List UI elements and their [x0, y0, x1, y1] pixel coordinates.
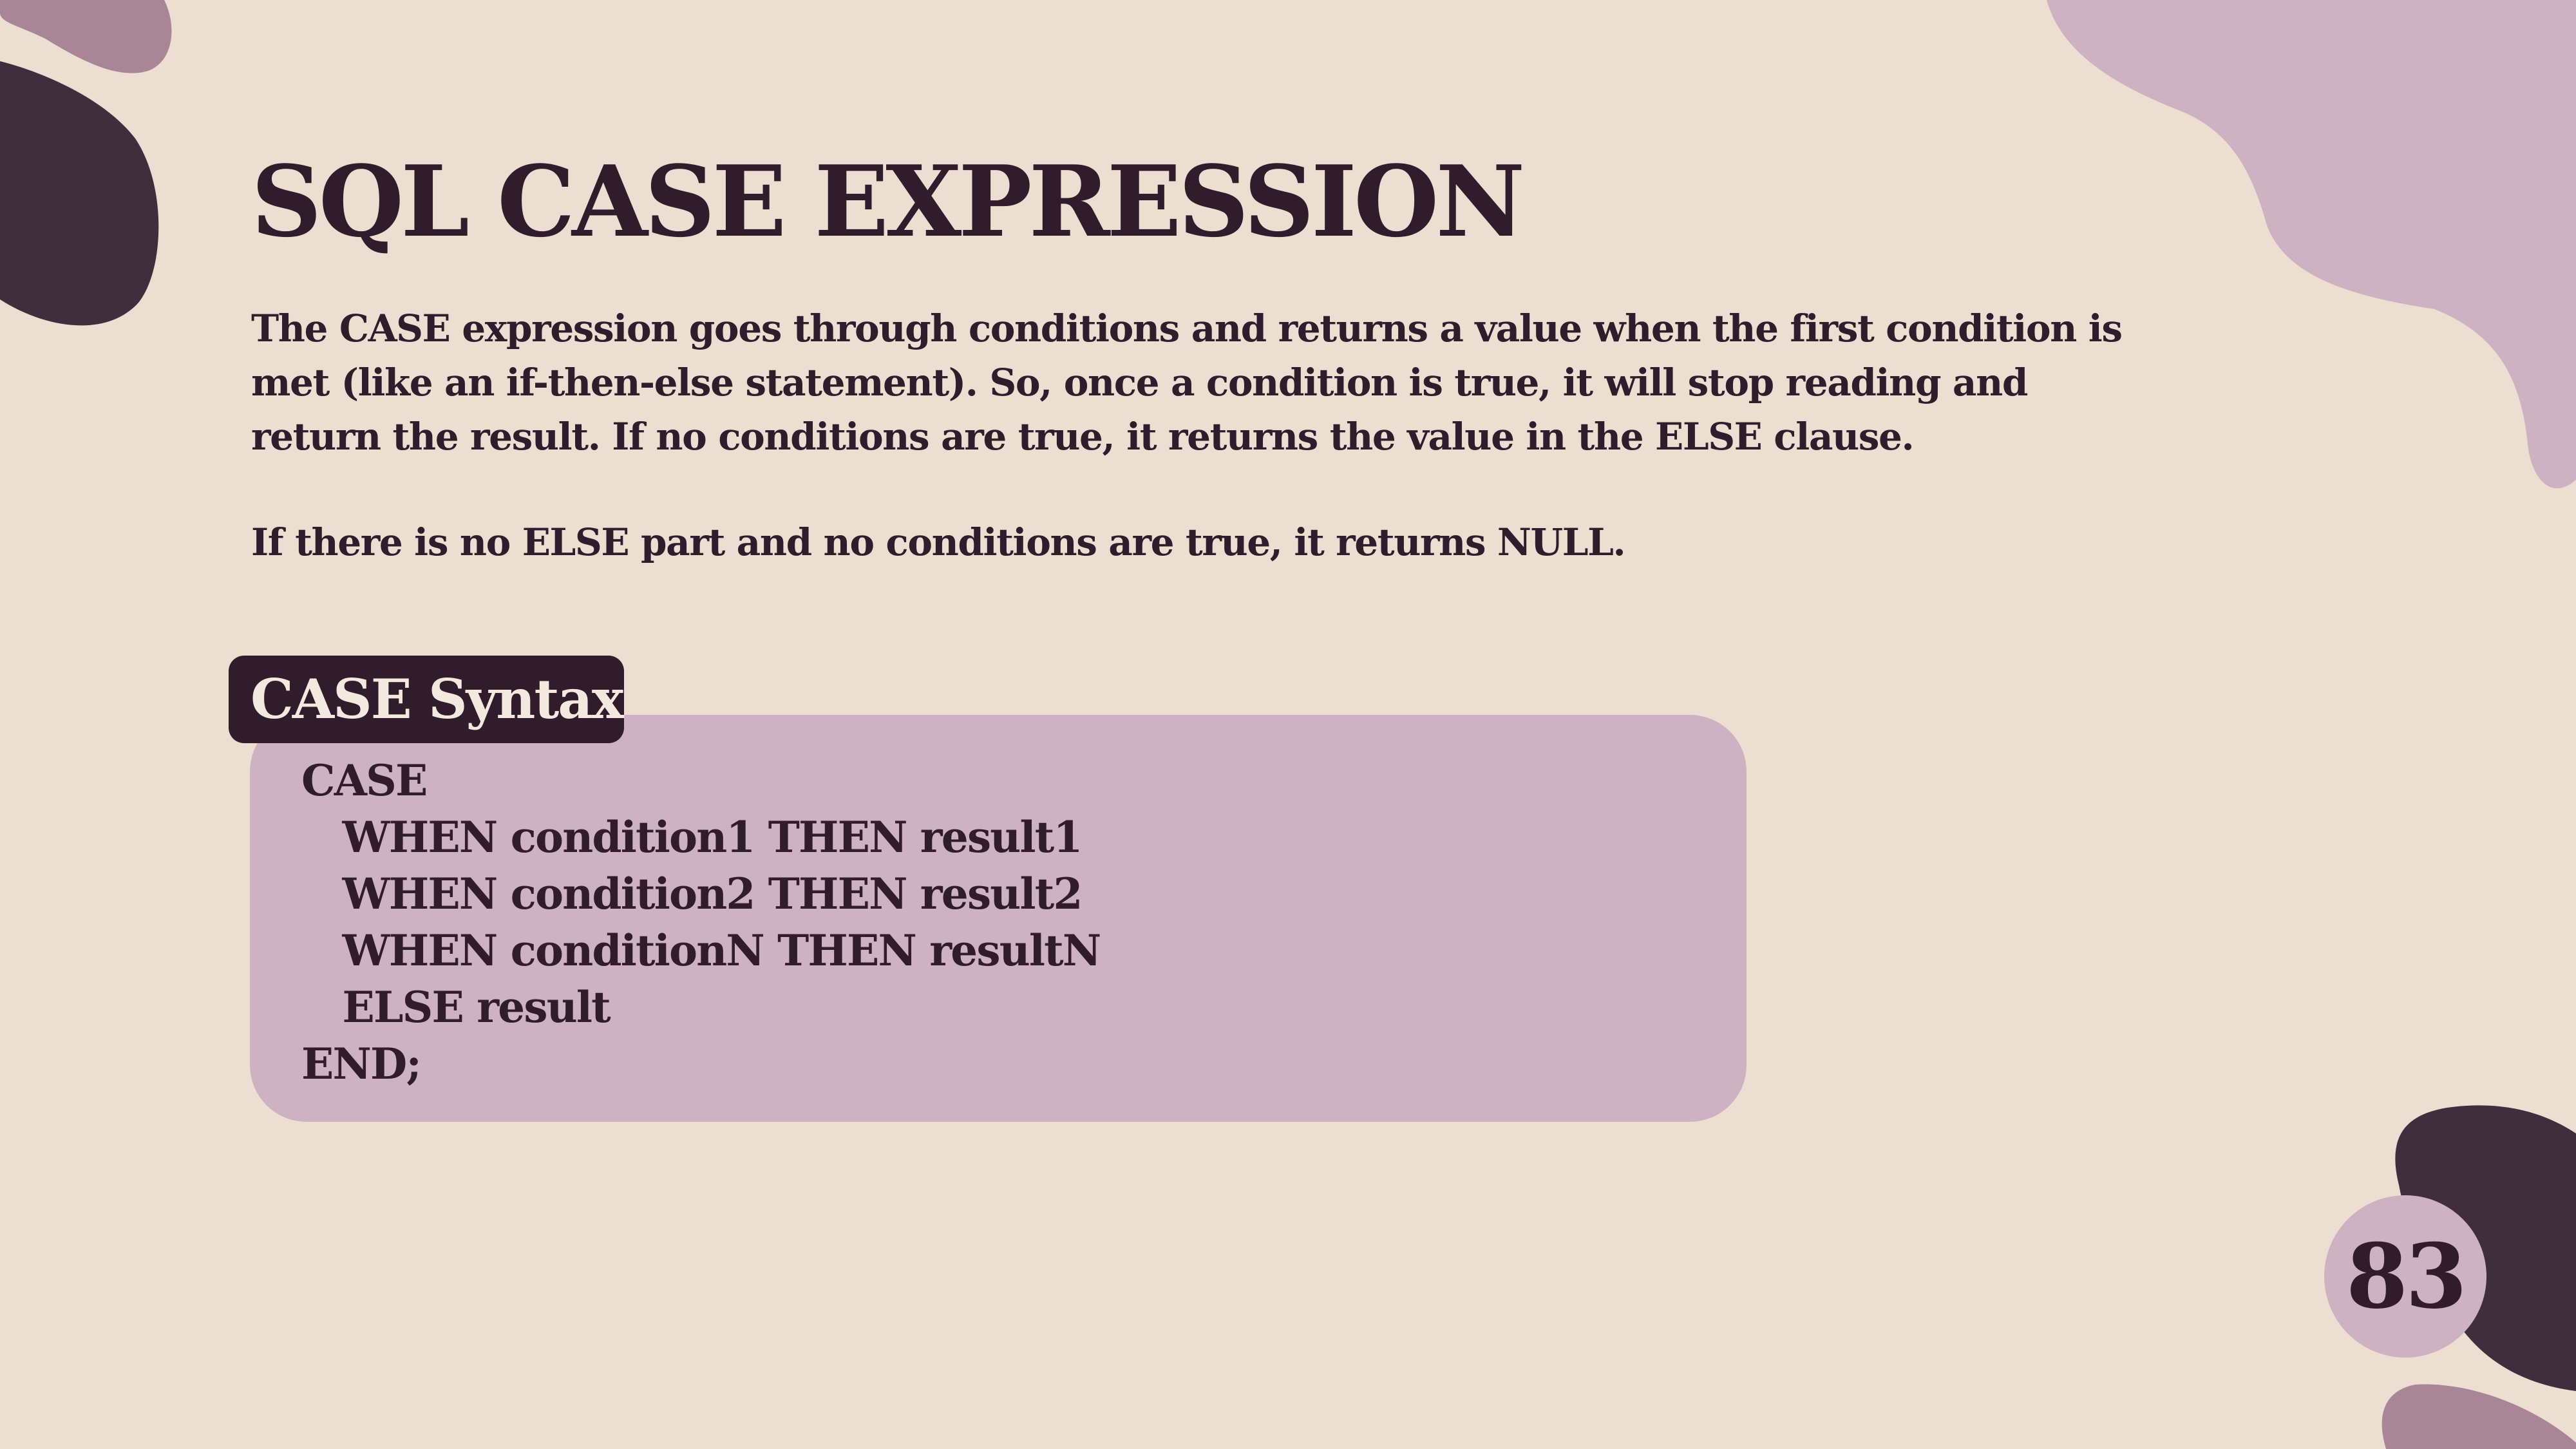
code-line: WHEN condition2 THEN result2	[301, 869, 1083, 919]
syntax-label-tag: CASE Syntax	[229, 656, 624, 743]
code-line: WHEN conditionN THEN resultN	[301, 925, 1102, 976]
null-note: If there is no ELSE part and no conditio…	[251, 520, 1626, 564]
top-left-pink-blob	[0, 0, 172, 73]
code-line: CASE	[301, 755, 428, 806]
bottom-right-pink-blob	[2382, 1384, 2576, 1449]
description-paragraph: The CASE expression goes through conditi…	[251, 307, 2123, 459]
syntax-code-block: CASE WHEN condition1 THEN result1 WHEN c…	[301, 752, 1102, 1092]
top-left-dark-blob	[0, 61, 159, 326]
page-title: SQL CASE EXPRESSION	[251, 144, 1525, 259]
page-number-badge: 83	[2324, 1195, 2486, 1358]
code-line: END;	[301, 1039, 422, 1089]
code-line: WHEN condition1 THEN result1	[301, 812, 1083, 862]
code-line: ELSE result	[301, 982, 611, 1032]
